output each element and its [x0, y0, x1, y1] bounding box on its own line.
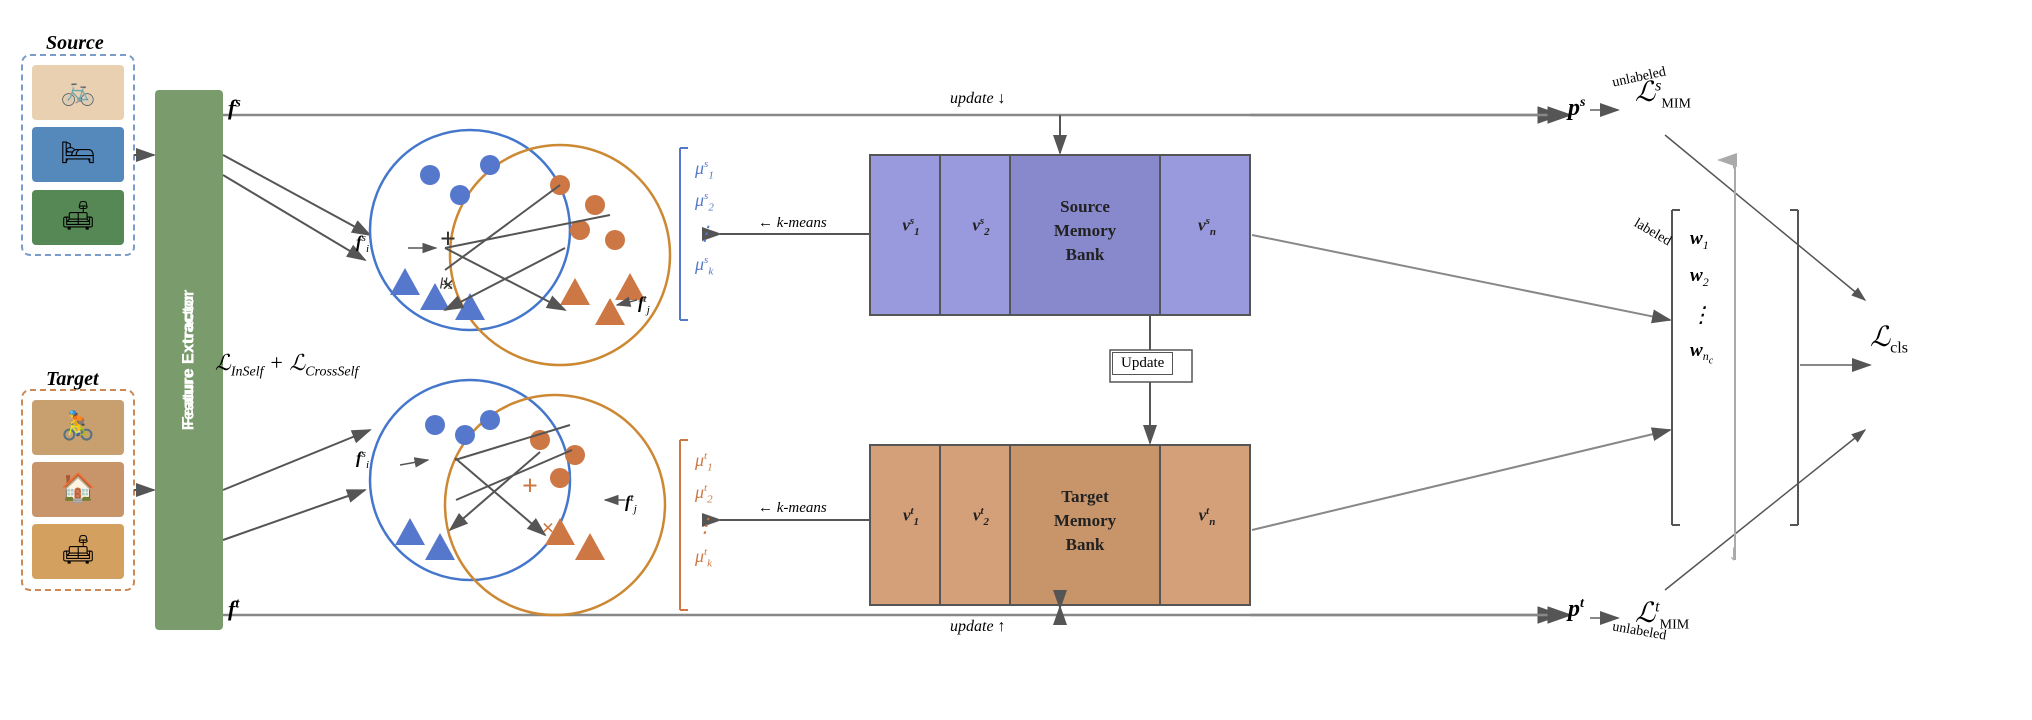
v1t-label: vt1: [882, 505, 940, 528]
fi-s-upper-label: fsi: [356, 232, 369, 255]
update-bot-label: update ↑: [950, 618, 1006, 636]
right-up-arrow: ↑: [1728, 148, 1739, 174]
svg-text:🏠: 🏠: [61, 472, 96, 504]
w-dots: ⋮: [1690, 302, 1712, 328]
svg-text:🛋: 🛋: [60, 535, 96, 566]
loss-cls-label: ℒcls: [1870, 320, 1908, 358]
right-down-arrow: ↓: [1728, 540, 1739, 566]
v2s-label: vs2: [952, 215, 1010, 238]
svg-text:+: +: [440, 224, 456, 255]
svg-text:+: +: [522, 471, 538, 502]
diagram-container: 🚲 🛏 🛋 🚴 🏠 🛋: [0, 0, 2032, 720]
fj-t-upper-label: ftj: [638, 293, 650, 316]
vns-label: vsn: [1168, 215, 1246, 238]
w1-label: w1: [1690, 228, 1709, 253]
svg-text:🛏: 🛏: [60, 138, 96, 169]
svg-text:🛋: 🛋: [60, 201, 96, 232]
fi-s-lower-label: fsi: [356, 448, 369, 471]
source-memory-bank-label: SourceMemoryBank: [1015, 195, 1155, 266]
feature-extractor-text: Feature Extractor: [148, 200, 228, 520]
v2t-label: vt2: [952, 505, 1010, 528]
fj-t-lower-label: ftj: [625, 492, 637, 515]
kmeans-label-top: ← k-means: [758, 215, 827, 232]
ft-label: ft: [228, 596, 239, 622]
vnt-label: vtn: [1168, 505, 1246, 528]
w2-label: w2: [1690, 265, 1709, 290]
loss-inself-crossself: ℒInSelf + ℒCrossSelf: [215, 350, 358, 380]
update-top-label: update ↓: [950, 90, 1006, 108]
svg-text:×: ×: [442, 272, 455, 297]
svg-text:🚲: 🚲: [61, 76, 96, 107]
svg-text:🚴: 🚴: [61, 409, 96, 442]
fs-label: fs: [228, 95, 241, 121]
svg-text:×: ×: [542, 515, 555, 540]
source-label: Source: [46, 32, 104, 55]
labeled-label: labeled: [1631, 216, 1674, 250]
svg-text:μs: μs: [439, 272, 452, 292]
w-bracket-content: w1 w2 ⋮ wnc: [1682, 210, 1790, 385]
pt-label: pt: [1568, 596, 1584, 623]
v1s-label: vs1: [882, 215, 940, 238]
ps-label: ps: [1568, 95, 1585, 122]
wnc-label: wnc: [1690, 340, 1713, 367]
update-mid-box: Update: [1112, 352, 1173, 375]
target-label: Target: [46, 368, 99, 391]
target-memory-bank-label: TargetMemoryBank: [1015, 485, 1155, 556]
kmeans-label-bot: ← k-means: [758, 500, 827, 517]
